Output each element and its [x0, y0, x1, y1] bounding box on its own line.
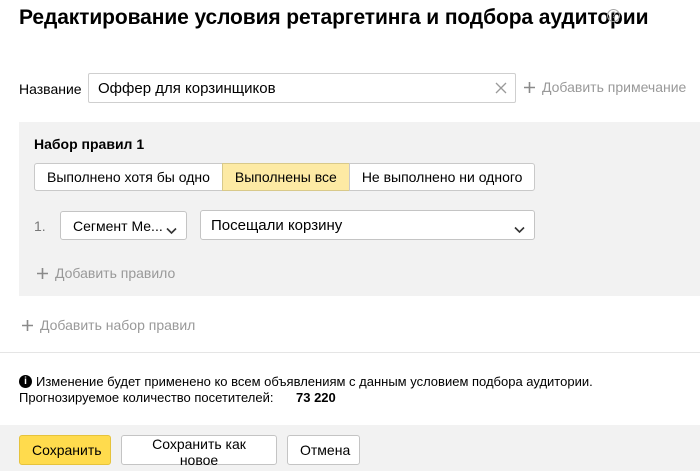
plus-icon — [36, 267, 49, 280]
cancel-button[interactable]: Отмена — [287, 435, 360, 465]
ruleset-title: Набор правил 1 — [34, 136, 145, 152]
add-ruleset-link[interactable]: Добавить набор правил — [21, 317, 195, 333]
save-as-new-button[interactable]: Сохранить как новое — [121, 435, 277, 468]
add-note-link[interactable]: Добавить примечание — [523, 79, 686, 95]
help-icon[interactable]: ? — [607, 9, 620, 22]
condition-select[interactable]: Посещали корзину — [200, 210, 535, 240]
rule-number: 1. — [34, 218, 46, 234]
page-title: Редактирование условия ретаргетинга и по… — [19, 6, 649, 29]
add-rule-link[interactable]: Добавить правило — [36, 265, 175, 281]
footer-bar: Сохранить Сохранить как новое Отмена — [0, 425, 700, 471]
mode-toggle-group: Выполнено хотя бы одно Выполнены все Не … — [34, 163, 536, 191]
add-rule-label: Добавить правило — [55, 265, 176, 281]
save-button[interactable]: Сохранить — [19, 435, 111, 465]
forecast-label: Прогнозируемое количество посетителей: — [19, 390, 274, 405]
plus-icon — [523, 81, 536, 94]
ruleset-panel: Набор правил 1 Выполнено хотя бы одно Вы… — [19, 122, 700, 296]
chevron-down-icon — [166, 222, 177, 235]
forecast-value: 73 220 — [296, 390, 336, 405]
info-icon: i — [19, 375, 32, 388]
chevron-down-icon — [514, 221, 525, 234]
notice-text: Изменение будет применено ко всем объявл… — [36, 374, 593, 389]
plus-icon — [21, 319, 34, 332]
mode-none-button[interactable]: Не выполнено ни одного — [348, 163, 536, 191]
add-ruleset-label: Добавить набор правил — [40, 317, 196, 333]
segment-select[interactable]: Сегмент Ме... — [60, 211, 187, 240]
divider — [0, 352, 700, 353]
change-notice: i Изменение будет применено ко всем объя… — [19, 374, 593, 389]
name-input[interactable] — [88, 73, 516, 103]
clear-icon[interactable] — [494, 81, 508, 95]
add-note-label: Добавить примечание — [542, 79, 687, 95]
segment-select-value: Сегмент Ме... — [73, 217, 163, 234]
condition-select-value: Посещали корзину — [211, 216, 343, 234]
mode-any-button[interactable]: Выполнено хотя бы одно — [34, 163, 223, 191]
name-label: Название — [19, 81, 82, 97]
mode-all-button[interactable]: Выполнены все — [221, 163, 350, 191]
